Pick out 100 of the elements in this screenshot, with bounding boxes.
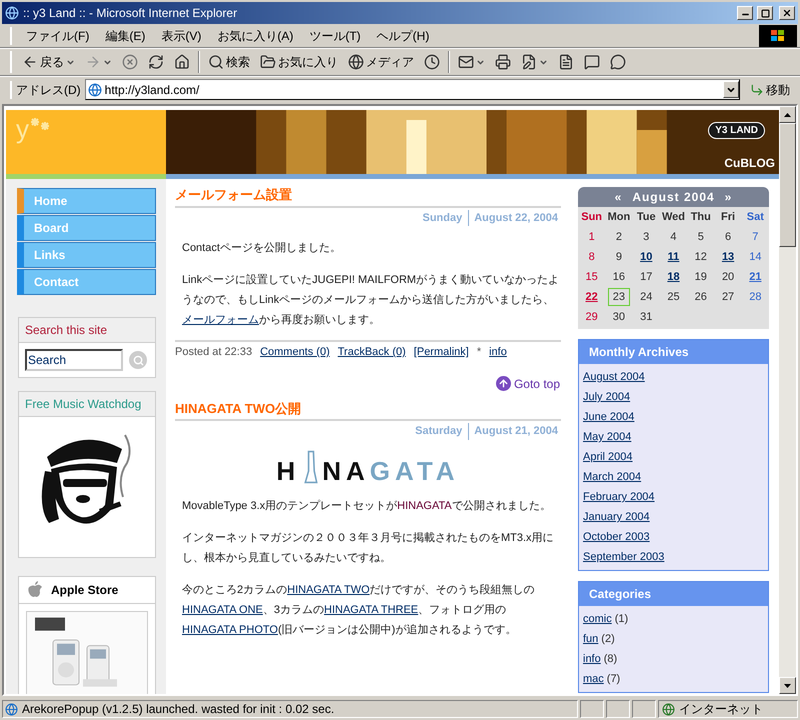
back-button[interactable]: 戻る (20, 51, 77, 73)
calendar-day: 14 (746, 248, 764, 266)
status-panel (580, 700, 604, 718)
archive-link[interactable]: August 2004 (583, 369, 645, 385)
previous-month-link[interactable]: « (614, 188, 622, 206)
calendar-day-link[interactable]: 13 (718, 248, 738, 266)
document-icon (558, 54, 574, 70)
weekday-label: Tue (636, 210, 657, 225)
archive-link[interactable]: May 2004 (583, 429, 632, 445)
calendar-day: 6 (722, 228, 734, 246)
maximize-icon (760, 8, 770, 18)
calendar-day: 28 (746, 288, 764, 306)
caret-icon (66, 58, 75, 66)
category-count: (7) (606, 672, 620, 687)
footer-link[interactable]: TrackBack (0) (338, 344, 406, 360)
archive-link[interactable]: January 2004 (583, 509, 650, 525)
archive-link[interactable]: July 2004 (583, 389, 630, 405)
footer-link[interactable]: info (489, 344, 507, 360)
category-count: (8) (604, 652, 618, 667)
post-date: August 21, 2004 (468, 423, 558, 440)
status-panel (632, 700, 656, 718)
favorites-button[interactable]: お気に入り (258, 51, 340, 73)
archive-link[interactable]: April 2004 (583, 449, 633, 465)
body-paragraph: 今のところ2カラムのHINAGATA TWOだけですが、そのうち段組無しの HINAGATA ONE、3カラムのHINAGATA THREE、フォトログ用の HINAGATA PHOTO(旧バージョンは公開中)が追加されるようです。 (182, 582, 536, 638)
archive-link[interactable]: February 2004 (583, 489, 655, 505)
calendar-day: 1 (586, 228, 598, 246)
text-link[interactable]: HINAGATA TWO (287, 584, 370, 596)
post-day: Sunday (422, 210, 462, 226)
goto-top-link[interactable]: Goto top (496, 374, 560, 392)
post-title: HINAGATA TWO公開 (175, 392, 561, 421)
search-field[interactable]: Search (25, 349, 123, 371)
text-link[interactable]: HINAGATA PHOTO (182, 624, 278, 636)
close-button[interactable] (779, 6, 795, 20)
scroll-down-button[interactable] (779, 677, 796, 694)
calendar-day: 5 (694, 228, 707, 246)
scrollbar[interactable] (779, 106, 796, 694)
next-month-link[interactable]: » (724, 188, 732, 206)
globe-icon (662, 702, 675, 716)
archive-link[interactable]: June 2004 (583, 409, 634, 425)
category-link[interactable]: fun (583, 631, 598, 647)
footer-link[interactable]: [Permalink] (414, 344, 469, 360)
go-button[interactable]: 移動 (744, 80, 796, 98)
calendar-day: 27 (718, 288, 738, 306)
calendar-day-link[interactable]: 22 (582, 288, 601, 306)
menu-item[interactable]: ファイル(F) (20, 26, 96, 44)
calendar-day: 2 (612, 228, 625, 246)
chat-icon (610, 54, 626, 70)
weekday-label: Thu (690, 210, 712, 225)
calendar-day-link[interactable]: 11 (664, 248, 682, 266)
body-paragraph: Linkページに設置していたJUGEPI! MAILFORMがうまく動いていなかったようなので、もしLinkページのメールフォームから送信した方がいましたら、 メールフォームから再度お願いします。 (182, 273, 560, 328)
dropdown-button[interactable] (723, 81, 739, 98)
category-count: (1) (614, 612, 628, 627)
site-caption: CuBLOG (724, 155, 775, 172)
calendar-day: 12 (692, 248, 710, 266)
clock-icon (424, 54, 440, 70)
weekday-label: Sat (746, 210, 765, 225)
calendar-day-link[interactable]: 18 (664, 268, 683, 286)
calendar-title: August 2004 (632, 189, 715, 206)
text-link[interactable]: HINAGATA ONE (182, 604, 263, 616)
text-link[interactable]: メールフォーム (182, 314, 259, 326)
calendar-day: 9 (612, 248, 625, 266)
category-link[interactable]: comic (583, 611, 612, 627)
arrow-icon (750, 82, 764, 96)
archive-link[interactable]: October 2003 (583, 529, 650, 545)
menu-item[interactable]: 編集(E) (99, 26, 152, 44)
menu-item[interactable]: ツール(T) (303, 26, 367, 44)
post-date: August 22, 2004 (468, 210, 558, 226)
calendar-day-link[interactable]: 10 (637, 248, 656, 266)
calendar-day-link[interactable]: 21 (746, 268, 764, 286)
body-paragraph: Contactページを公開しました。 (182, 241, 342, 256)
minimize-button[interactable] (737, 6, 753, 20)
body-paragraph: MovableType 3.x用のテンプレートセットがHINAGATAで公開されました。 (182, 498, 552, 514)
search-button[interactable]: 検索 (206, 51, 252, 73)
calendar-day: 16 (610, 268, 628, 286)
category-link[interactable]: info (583, 651, 601, 667)
footer-link[interactable]: Comments (0) (260, 344, 330, 360)
scroll-up-button[interactable] (779, 106, 796, 123)
category-link[interactable]: mac (583, 671, 604, 687)
apple-store-title: Apple Store (51, 582, 118, 599)
archive-link[interactable]: September 2003 (583, 549, 664, 565)
stop-icon (122, 54, 138, 70)
archive-link[interactable]: March 2004 (583, 469, 642, 485)
caret-icon (539, 58, 548, 66)
maximize-button[interactable] (757, 6, 773, 20)
menu-item[interactable]: 表示(V) (155, 26, 208, 44)
site-logo: y (16, 116, 29, 142)
calendar-day: 8 (586, 248, 598, 266)
globe-icon (348, 54, 364, 70)
calendar-day: 15 (582, 268, 601, 286)
media-button[interactable]: メディア (346, 51, 416, 73)
menu-item[interactable]: ヘルプ(H) (370, 26, 436, 44)
footer-text: * (476, 345, 482, 360)
address-field[interactable]: http://y3land.com/ (84, 79, 740, 100)
text-link[interactable]: HINAGATA THREE (324, 604, 418, 616)
address-label: アドレス(D) (10, 80, 81, 98)
globe-icon (5, 6, 19, 20)
arrow-right-icon (85, 54, 101, 70)
menu-item[interactable]: お気に入り(A) (211, 26, 300, 44)
scrollbar-thumb[interactable] (779, 123, 796, 247)
pen-icon (521, 54, 537, 70)
